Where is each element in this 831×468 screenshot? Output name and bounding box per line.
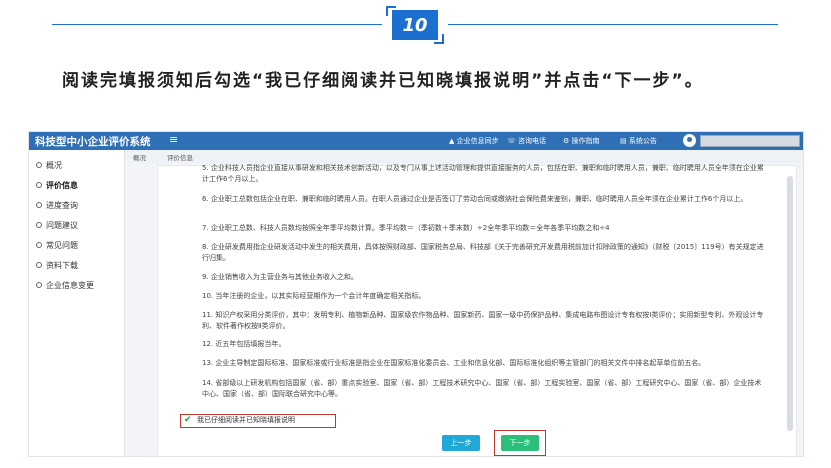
next-step-button[interactable]: 下一步 — [501, 435, 539, 451]
app-topbar: 科技型中小企业评价系统 ≡ ▲ 企业信息同步 ☏ 咨询电话 ⚙ 操作指南 ▤ 系… — [29, 132, 803, 150]
list-item: 9. 企业销售收入为主营业务与其他业务收入之和。 — [202, 273, 358, 281]
list-item: 8. 企业研发费用指企业研发活动中发生的相关费用，具体按照财政部、国家税务总局、… — [202, 243, 764, 262]
content-scrollbar[interactable] — [787, 176, 793, 431]
sidebar-item-label: 问题建议 — [46, 221, 78, 230]
sidebar-item-label: 评价信息 — [46, 181, 78, 190]
instruction-text: 阅读完填报须知后勾选“我已仔细阅读并已知晓填报说明”并点击“下一步”。 — [62, 71, 704, 91]
tab-overview[interactable]: 概况 — [133, 152, 146, 162]
menu-toggle-icon[interactable]: ≡ — [169, 133, 178, 146]
sidebar-item-label: 进度查询 — [46, 201, 78, 210]
list-item: 6. 企业职工总数包括企业在职、兼职和临时聘用人员。在职人员通过企业是否签订了劳… — [202, 195, 748, 203]
step-divider-right — [448, 24, 778, 25]
circle-icon — [36, 182, 42, 188]
circle-icon — [36, 282, 42, 288]
topbar-phone-link[interactable]: ☏ 咨询电话 — [507, 136, 546, 146]
sidebar-item-label: 常见问题 — [46, 241, 78, 250]
sidebar-item-label: 概况 — [46, 161, 62, 170]
circle-icon — [36, 262, 42, 268]
user-name-redacted[interactable] — [700, 135, 800, 147]
step-number-badge: 10 — [386, 6, 444, 44]
topbar-guide-link[interactable]: ⚙ 操作指南 — [563, 136, 600, 146]
sidebar-item-evaluation[interactable]: 评价信息 — [29, 176, 124, 196]
prev-step-button[interactable]: 上一步 — [442, 435, 480, 451]
sidebar-item-overview[interactable]: 概况 — [29, 156, 124, 176]
sidebar-item-company-change[interactable]: 企业信息变更 — [29, 276, 124, 296]
circle-icon — [36, 242, 42, 248]
agree-checkbox[interactable]: ✔ 我已仔细阅读并已知晓填报说明 — [180, 414, 336, 428]
sidebar-item-progress[interactable]: 进度查询 — [29, 196, 124, 216]
sidebar-item-faq[interactable]: 常见问题 — [29, 236, 124, 256]
instructions-panel: 5. 企业科技人员指企业直接从事研发和相关技术创新活动，以及专门从事上述活动管理… — [157, 164, 797, 456]
list-item: 13. 企业主导制定国际标准、国家标准或行业标准是指企业在国家标准化委员会、工业… — [202, 359, 706, 367]
list-item: 14. 省部级以上研发机构包括国家（省、部）重点实验室、国家（省、部）工程技术研… — [202, 379, 762, 398]
tab-evaluation[interactable]: 评价信息 — [167, 152, 193, 162]
app-brand: 科技型中小企业评价系统 — [35, 136, 151, 148]
checkmark-icon: ✔ — [184, 415, 192, 425]
circle-icon — [36, 222, 42, 228]
user-avatar-icon[interactable] — [683, 134, 696, 147]
sidebar-item-label: 资料下载 — [46, 261, 78, 270]
topbar-notice-link[interactable]: ▤ 系统公告 — [620, 136, 657, 146]
sidebar: 概况 评价信息 进度查询 问题建议 常见问题 资料下载 企业信息变更 — [29, 150, 125, 456]
sidebar-item-feedback[interactable]: 问题建议 — [29, 216, 124, 236]
circle-icon — [36, 202, 42, 208]
list-item: 5. 企业科技人员指企业直接从事研发和相关技术创新活动，以及专门从事上述活动管理… — [202, 164, 764, 183]
list-item: 11. 知识产权采用分类评价，其中：发明专利、植物新品种、国家级农作物品种、国家… — [202, 311, 764, 330]
sidebar-item-downloads[interactable]: 资料下载 — [29, 256, 124, 276]
list-item: 12. 近五年包括填报当年。 — [202, 340, 286, 348]
agree-label: 我已仔细阅读并已知晓填报说明 — [197, 416, 295, 424]
circle-icon — [36, 162, 42, 168]
step-divider-left — [52, 24, 382, 25]
list-item: 10. 当年注册的企业，以其实际经营期作为一个会计年度确定相关指标。 — [202, 292, 426, 300]
list-item: 7. 企业职工总数、科技人员数均按照全年季平均数计算。季平均数＝（季初数＋季末数… — [202, 224, 610, 232]
page-tabs: 概况 评价信息 — [125, 150, 803, 163]
app-screenshot: 科技型中小企业评价系统 ≡ ▲ 企业信息同步 ☏ 咨询电话 ⚙ 操作指南 ▤ 系… — [28, 131, 804, 457]
topbar-sync-link[interactable]: ▲ 企业信息同步 — [449, 136, 499, 146]
sidebar-item-label: 企业信息变更 — [46, 281, 94, 290]
